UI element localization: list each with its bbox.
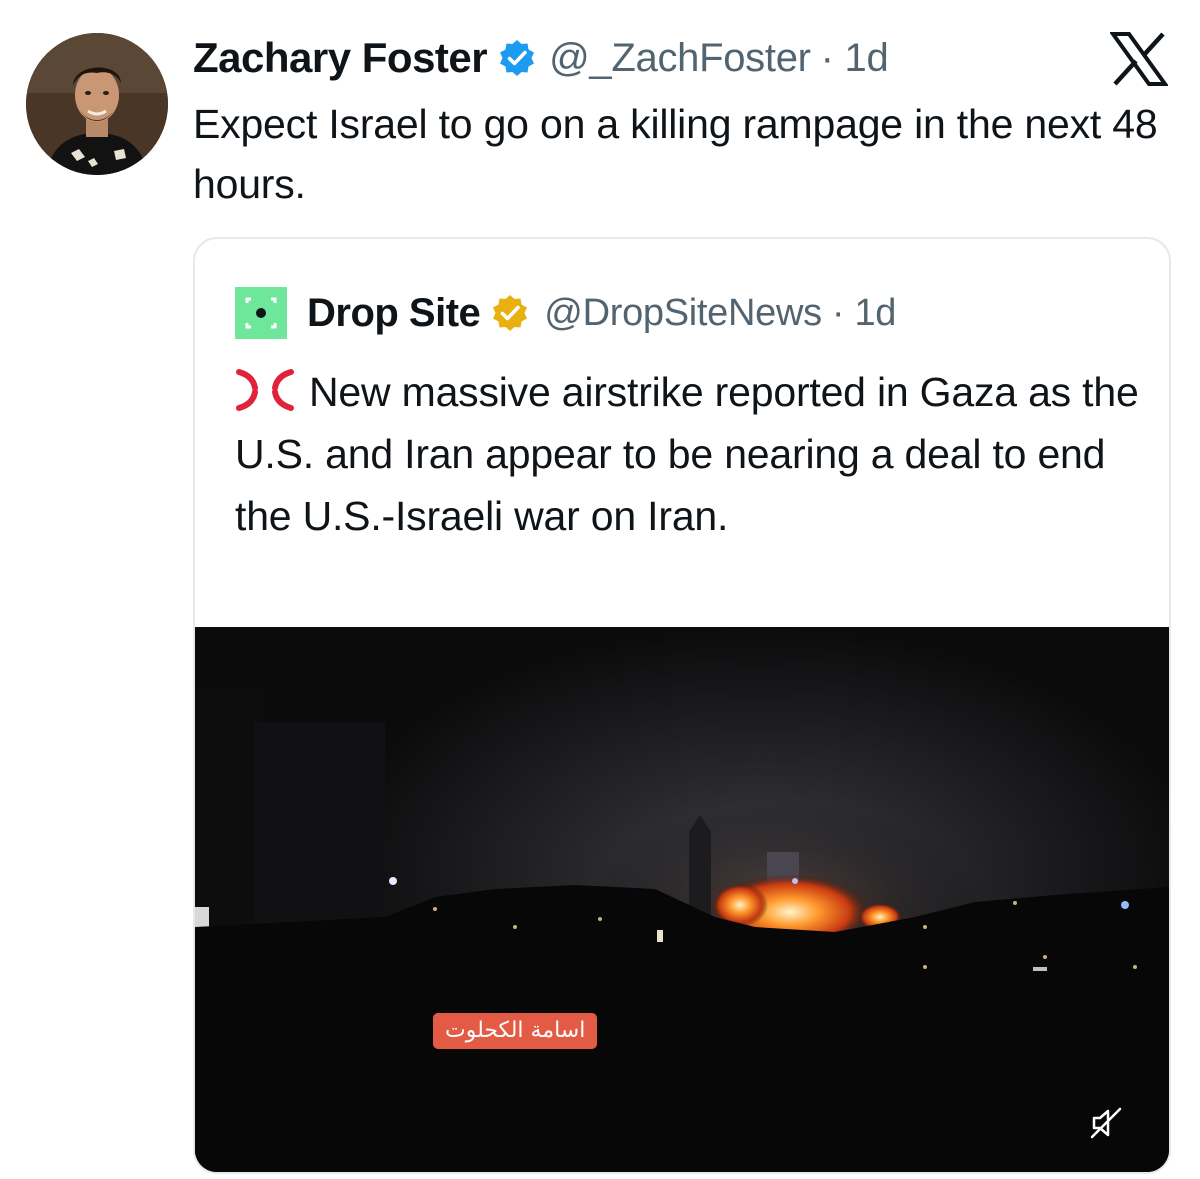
tweet-text: Expect Israel to go on a killing rampage… — [193, 101, 1158, 207]
quoted-tweet-body: New massive airstrike reported in Gaza a… — [235, 369, 1139, 539]
quoted-author-name[interactable]: Drop Site — [307, 291, 481, 336]
night-airstrike-video-frame — [195, 627, 1169, 1172]
verified-badge-icon — [497, 38, 537, 78]
gold-verified-badge-icon — [490, 293, 530, 333]
video-caption-tag: اسامة الكحلوت — [433, 1013, 598, 1049]
author-avatar[interactable] — [26, 33, 168, 175]
user-photo — [26, 33, 168, 175]
anger-symbol-icon — [235, 367, 295, 411]
quoted-author-handle[interactable]: @DropSiteNews — [544, 292, 822, 335]
quoted-tweet-time[interactable]: · 1d — [832, 292, 897, 335]
author-handle[interactable]: @_ZachFoster — [549, 36, 811, 81]
quoted-author-avatar[interactable] — [235, 287, 287, 339]
tweet-header: Zachary Foster @_ZachFoster · 1d — [193, 28, 889, 88]
author-name[interactable]: Zachary Foster — [193, 34, 488, 82]
video-player[interactable]: اسامة الكحلوت — [195, 627, 1169, 1172]
quoted-tweet-card[interactable]: Drop Site @DropSiteNews · 1d New massive… — [193, 237, 1171, 1174]
tweet-time[interactable]: · 1d — [821, 36, 889, 81]
drop-site-logo-icon — [235, 287, 287, 339]
x-logo-icon — [1109, 32, 1169, 86]
quoted-tweet-header: Drop Site @DropSiteNews · 1d — [235, 287, 896, 339]
muted-speaker-icon[interactable] — [1088, 1105, 1124, 1141]
quoted-tweet-text: New massive airstrike reported in Gaza a… — [235, 361, 1145, 547]
